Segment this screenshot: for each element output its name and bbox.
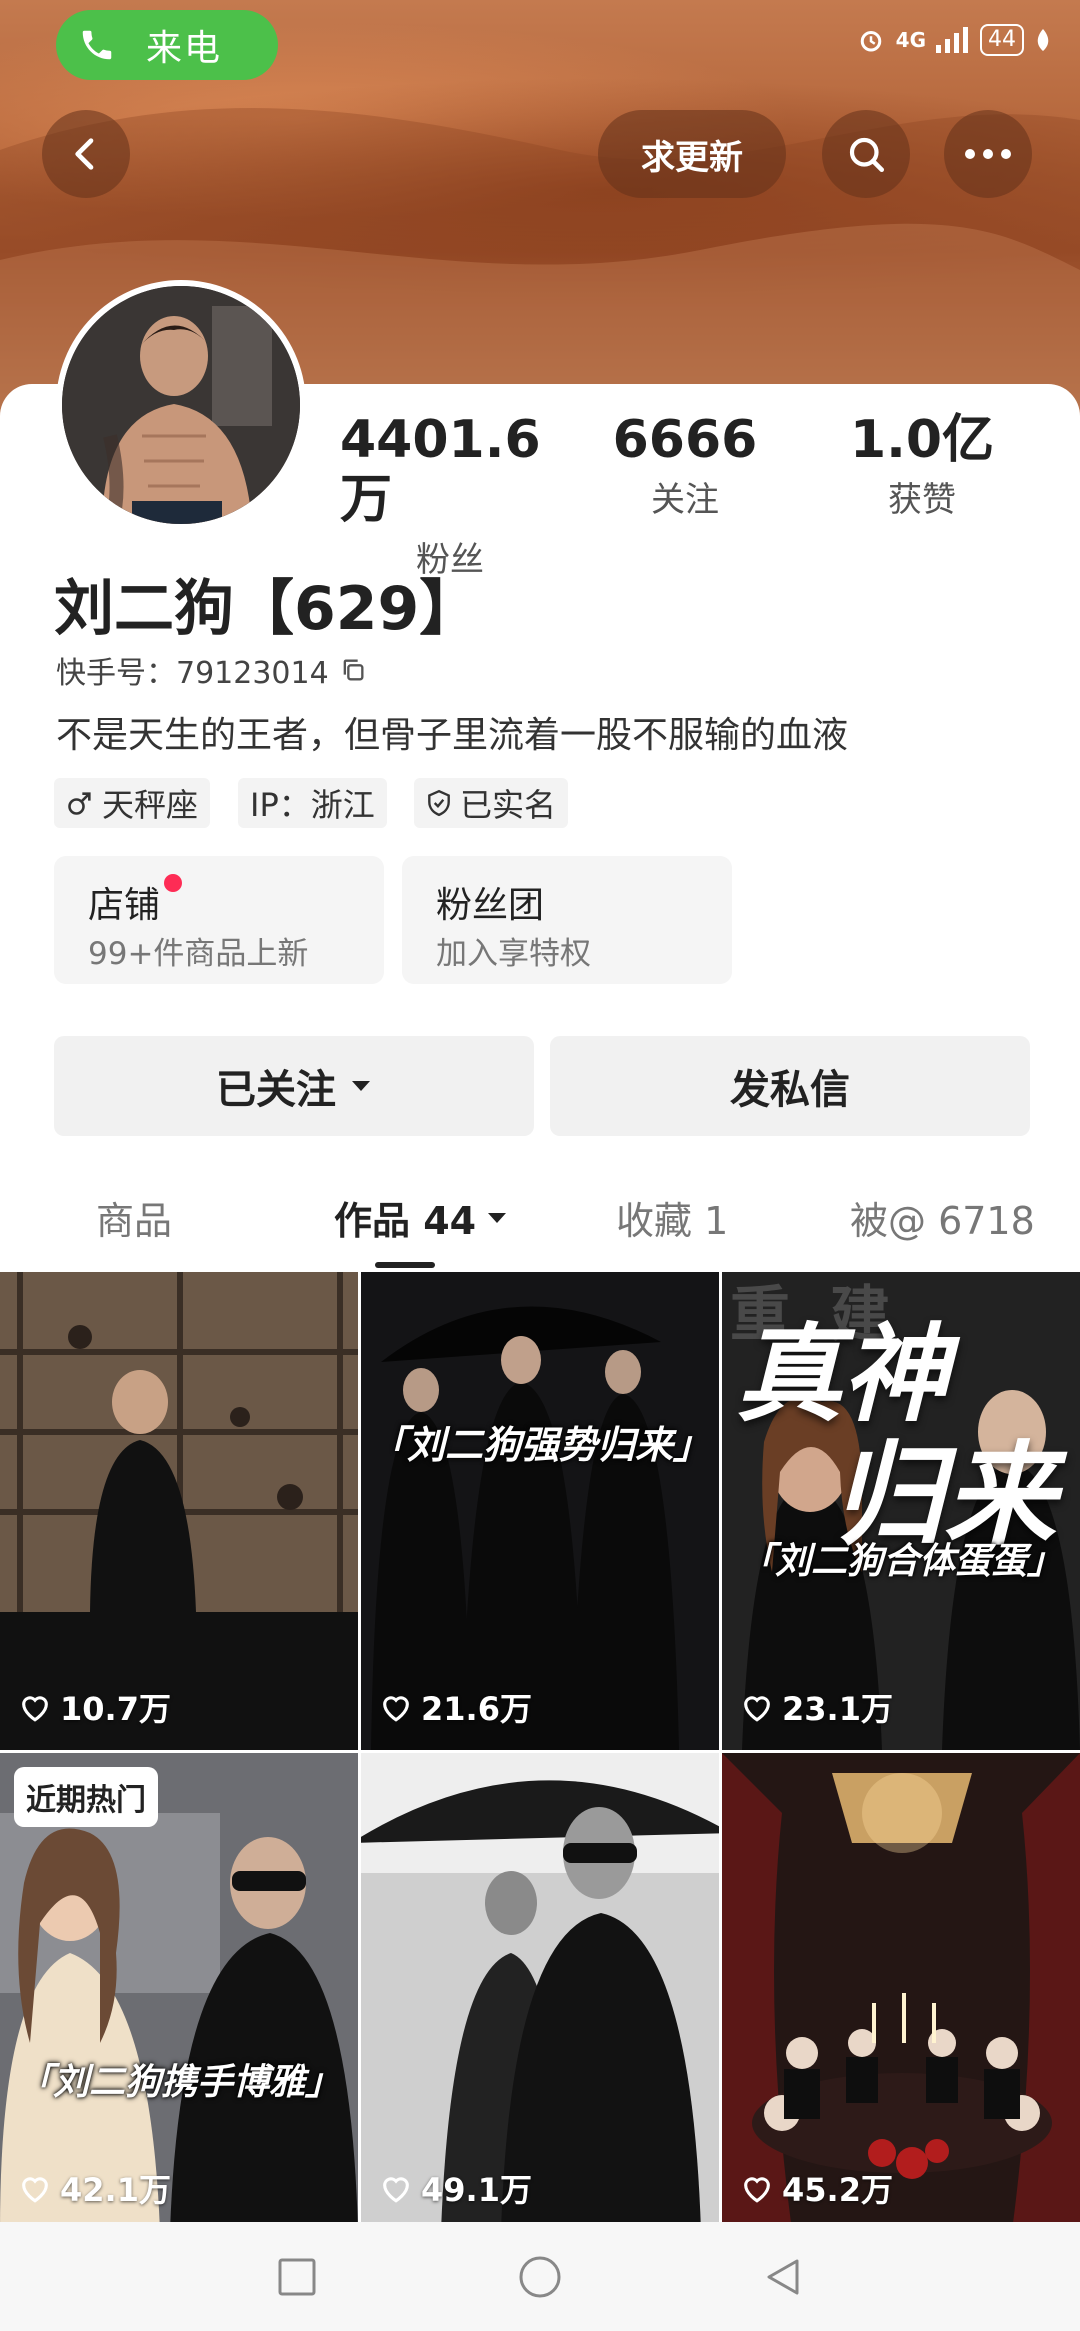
thumbnail-art xyxy=(0,1272,358,1750)
male-icon xyxy=(68,792,91,815)
stat-likes[interactable]: 1.0亿 获赞 xyxy=(812,410,1032,521)
fan-club-card[interactable]: 粉丝团 加入享特权 xyxy=(402,856,732,984)
notification-dot xyxy=(164,874,182,892)
heart-icon xyxy=(383,2177,409,2203)
like-count-value: 21.6万 xyxy=(421,1690,532,1728)
tag-label: 天秤座 xyxy=(102,786,199,824)
tab-favorites[interactable]: 收藏 1 xyxy=(616,1190,728,1245)
stat-label: 关注 xyxy=(651,480,719,520)
shop-card[interactable]: 店铺 99+件商品上新 xyxy=(54,856,384,984)
video-caption: 「刘二狗强势归来」 xyxy=(368,1423,711,1467)
big-title-top: 真神 xyxy=(736,1313,948,1436)
tag-ip: IP：浙江 xyxy=(238,778,387,828)
heart-icon xyxy=(744,1696,770,1722)
home-circle-icon[interactable] xyxy=(517,2254,563,2300)
message-button[interactable]: 发私信 xyxy=(550,1036,1030,1136)
more-dots-icon xyxy=(965,149,1011,159)
shop-subtitle: 99+件商品上新 xyxy=(88,936,309,972)
video-thumbnail[interactable]: 45.2万 xyxy=(722,1753,1080,2231)
kuaishou-id: 快手号：79123014 xyxy=(56,656,329,691)
status-bar: 来电 4G 44 xyxy=(0,0,1080,90)
chevron-left-icon xyxy=(75,138,94,170)
like-count: 23.1万 xyxy=(740,1684,893,1730)
follow-button[interactable]: 已关注 xyxy=(54,1036,534,1136)
signal-icon xyxy=(936,27,968,53)
avatar-photo xyxy=(62,286,300,524)
leaf-icon xyxy=(1037,29,1049,51)
battery-indicator: 44 xyxy=(980,24,1024,56)
search-icon xyxy=(849,137,885,173)
alarm-icon xyxy=(860,31,881,52)
shield-check-icon xyxy=(428,789,450,817)
heart-icon xyxy=(22,1696,48,1722)
tab-products[interactable]: 商品 xyxy=(96,1190,172,1245)
like-count-value: 45.2万 xyxy=(782,2171,893,2209)
active-tab-indicator xyxy=(375,1262,435,1268)
copy-icon[interactable] xyxy=(339,656,367,684)
like-count-value: 49.1万 xyxy=(421,2171,532,2209)
video-thumbnail[interactable]: 49.1万 xyxy=(361,1753,719,2231)
video-caption: 「刘二狗合体蛋蛋」 xyxy=(738,1541,1063,1582)
video-thumbnail[interactable]: 10.7万 xyxy=(0,1272,358,1750)
video-thumbnail[interactable]: 近期热门 「刘二狗携手博雅」 42.1万 xyxy=(0,1753,358,2231)
tab-works-label: 作品 44 xyxy=(334,1199,477,1243)
heart-icon xyxy=(22,2177,48,2203)
status-icons: 4G 44 xyxy=(856,24,1052,56)
thumbnail-art xyxy=(361,1753,719,2231)
like-count-value: 10.7万 xyxy=(60,1690,171,1728)
avatar[interactable] xyxy=(56,280,306,530)
back-button[interactable] xyxy=(42,110,130,198)
more-button[interactable] xyxy=(944,110,1032,198)
tab-works[interactable]: 作品 44 xyxy=(334,1190,508,1245)
stat-followers[interactable]: 4401.6万 粉丝 xyxy=(340,410,560,581)
like-count: 45.2万 xyxy=(740,2165,893,2211)
tab-mentions[interactable]: 被@ 6718 xyxy=(850,1190,1035,1245)
caret-down-icon xyxy=(352,1081,370,1091)
like-count-value: 23.1万 xyxy=(782,1690,893,1728)
like-count: 42.1万 xyxy=(18,2165,171,2211)
network-label: 4G xyxy=(895,28,926,52)
profile-name: 刘二狗【629】 xyxy=(54,574,480,644)
trending-badge: 近期热门 xyxy=(14,1767,158,1827)
recents-square-icon[interactable] xyxy=(277,2257,317,2297)
stat-value: 4401.6万 xyxy=(340,410,541,530)
call-label: 来电 xyxy=(146,28,223,69)
fan-club-subtitle: 加入享特权 xyxy=(436,936,591,972)
phone-icon xyxy=(82,30,112,60)
like-count-value: 42.1万 xyxy=(60,2171,171,2209)
heart-icon xyxy=(744,2177,770,2203)
fan-club-title: 粉丝团 xyxy=(436,885,545,926)
stat-value: 1.0亿 xyxy=(849,410,995,470)
incoming-call-pill[interactable]: 来电 xyxy=(56,10,278,80)
shop-title: 店铺 xyxy=(88,885,161,926)
profile-bio: 不是天生的王者，但骨子里流着一股不服输的血液 xyxy=(56,715,849,756)
search-button[interactable] xyxy=(822,110,910,198)
video-thumbnail[interactable]: 重建 真神 归来 「刘二狗合体蛋蛋」 23.1万 xyxy=(722,1272,1080,1750)
follow-label: 已关注 xyxy=(216,1067,336,1113)
like-count: 21.6万 xyxy=(379,1684,532,1730)
thumbnail-art xyxy=(361,1272,719,1750)
caret-down-icon xyxy=(488,1212,507,1223)
request-update-button[interactable]: 求更新 xyxy=(598,110,786,198)
stat-value: 6666 xyxy=(612,410,758,470)
like-count: 49.1万 xyxy=(379,2165,532,2211)
stat-label: 获赞 xyxy=(888,480,956,520)
tag-label: 已实名 xyxy=(460,786,557,824)
back-triangle-icon[interactable] xyxy=(763,2257,803,2297)
system-nav-bar xyxy=(0,2222,1080,2331)
tag-label: IP：浙江 xyxy=(250,786,375,824)
like-count: 10.7万 xyxy=(18,1684,171,1730)
thumbnail-art xyxy=(722,1753,1080,2231)
kuaishou-id-row: 快手号：79123014 xyxy=(56,648,367,692)
tag-verified: 已实名 xyxy=(414,778,569,828)
stat-following[interactable]: 6666 关注 xyxy=(575,410,795,521)
tag-zodiac: 天秤座 xyxy=(54,778,211,828)
message-label: 发私信 xyxy=(730,1067,850,1113)
video-caption: 「刘二狗携手博雅」 xyxy=(16,2062,341,2103)
video-thumbnail[interactable]: 「刘二狗强势归来」 21.6万 xyxy=(361,1272,719,1750)
heart-icon xyxy=(383,1696,409,1722)
